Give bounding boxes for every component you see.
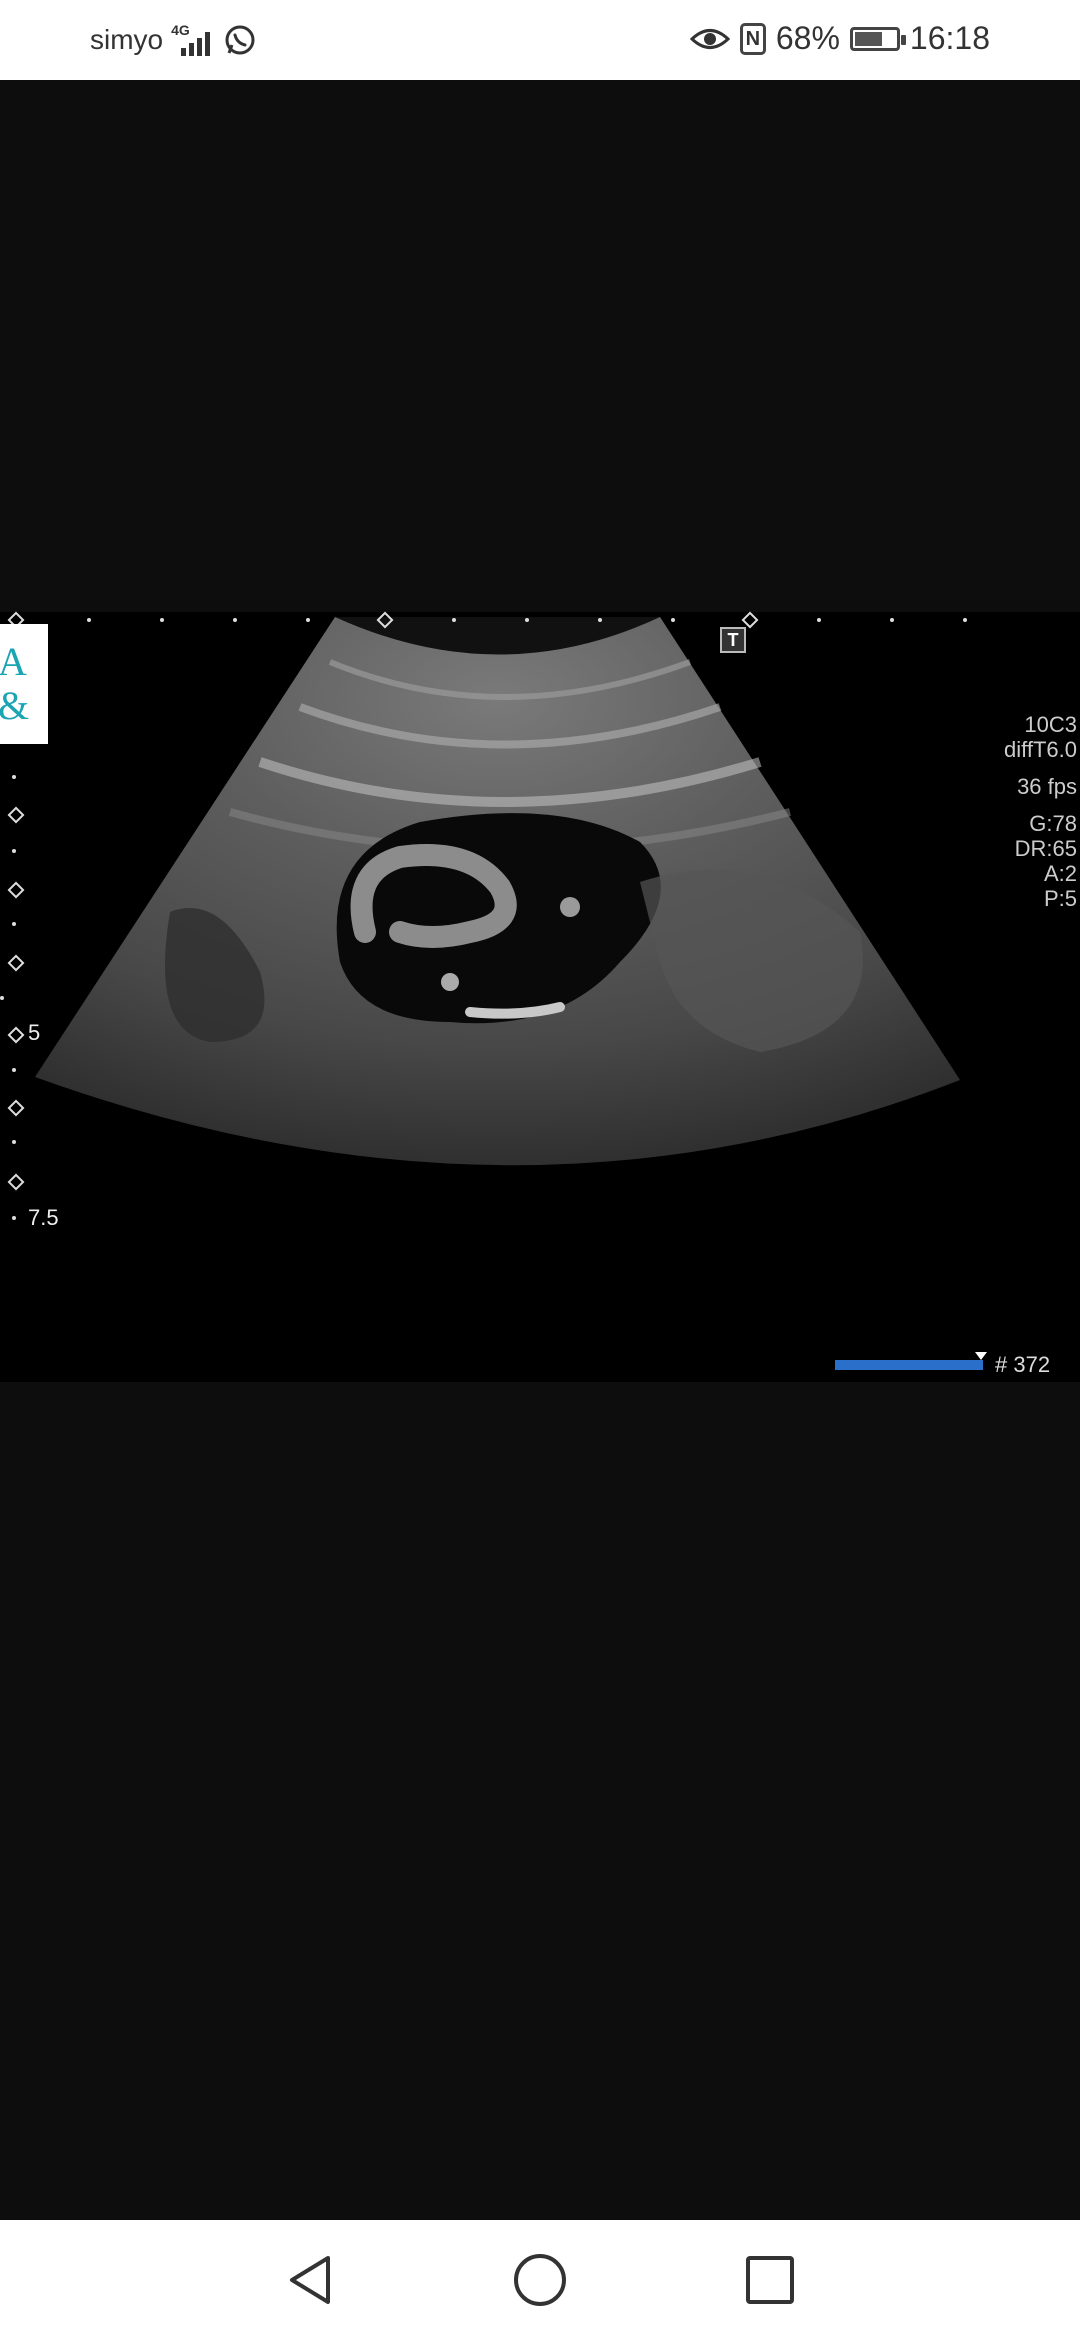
dynamic-range-label: DR:65 <box>1014 836 1077 861</box>
cine-marker[interactable] <box>975 1352 987 1360</box>
scan-parameters: 10C3 diffT6.0 36 fps G:78 DR:65 A:2 P:5 <box>1004 712 1077 911</box>
battery-icon <box>849 26 906 51</box>
navigation-bar <box>0 2220 1080 2340</box>
p-label: P:5 <box>1043 886 1077 911</box>
back-button[interactable] <box>280 2250 340 2310</box>
gain-label: G:78 <box>1029 811 1077 836</box>
carrier-label: simyo <box>90 24 164 55</box>
signal-icon: 4G <box>171 20 215 60</box>
clock: 16:18 <box>909 20 990 56</box>
battery-percent: 68% <box>775 20 840 56</box>
a-label: A:2 <box>1043 861 1077 886</box>
mode-label: diffT6.0 <box>1004 737 1077 762</box>
status-left: simyo 4G <box>90 20 257 60</box>
probe-label: 10C3 <box>1024 712 1077 737</box>
home-button[interactable] <box>510 2250 570 2310</box>
orientation-marker: T <box>720 627 746 653</box>
status-right: N 68% 16:18 <box>689 20 990 57</box>
recents-button[interactable] <box>740 2250 800 2310</box>
frame-rate-label: 36 fps <box>1017 774 1077 799</box>
ultrasound-scan <box>35 617 960 1166</box>
depth-label-bottom: 7.5 <box>28 1205 59 1230</box>
depth-label-mid: 5 <box>28 1020 41 1045</box>
whatsapp-icon <box>225 25 255 55</box>
frame-number: # 372 <box>995 1352 1051 1377</box>
status-bar: simyo 4G N 68% 16:18 <box>0 0 1080 80</box>
eye-icon <box>689 28 730 49</box>
clinic-logo: A & <box>0 624 48 744</box>
top-scale <box>0 611 1080 632</box>
nfc-icon: N <box>739 22 766 55</box>
ultrasound-image[interactable]: A & 5 7.5 T 10C3 diffT6.0 36 fps G:78 DR… <box>0 611 1080 1382</box>
cine-progress-bar[interactable] <box>835 1360 983 1370</box>
